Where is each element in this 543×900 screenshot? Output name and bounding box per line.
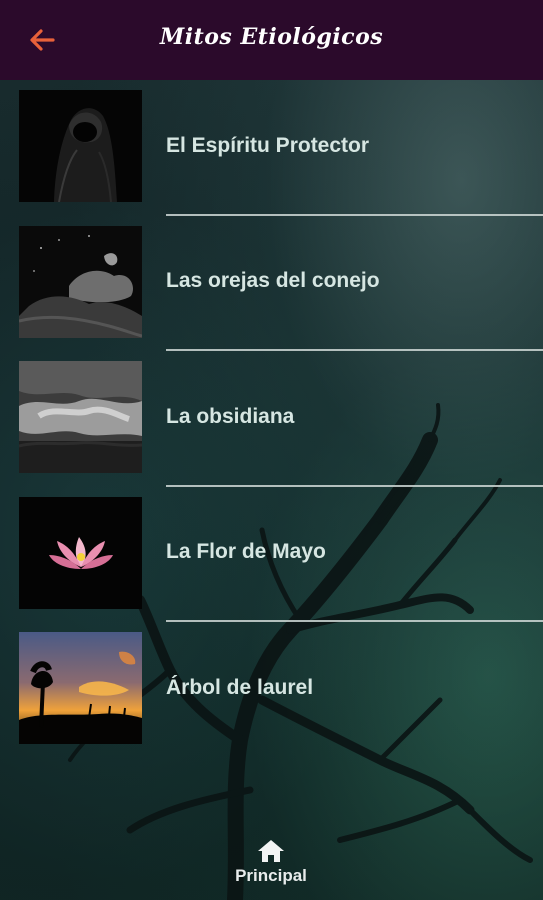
list-item[interactable]: Las orejas del conejo [0, 216, 543, 351]
list-item-label: La obsidiana [166, 404, 295, 428]
list-item[interactable]: La Flor de Mayo [0, 487, 543, 622]
nav-item-label: Principal [235, 866, 307, 885]
sunset-tree-image [19, 632, 142, 744]
bottom-navigation: Principal [0, 830, 543, 900]
list-item[interactable]: Árbol de laurel [0, 622, 543, 758]
list-item[interactable]: El Espíritu Protector [0, 80, 543, 216]
list-item-label: La Flor de Mayo [166, 540, 326, 563]
list-item-label: Las orejas del conejo [166, 269, 380, 292]
moon-clouds-image [19, 225, 142, 338]
hooded-figure-image [19, 90, 142, 202]
list-item[interactable]: La obsidiana [0, 351, 543, 487]
page-title: Mitos Etiológicos [159, 24, 384, 50]
home-icon [258, 840, 284, 862]
nav-item-principal[interactable]: Principal [221, 838, 321, 898]
myths-list: El Espíritu Protector Las orejas del con… [0, 80, 543, 758]
list-item-label: El Espíritu Protector [166, 133, 370, 157]
list-item-label: Árbol de laurel [166, 675, 314, 699]
lotus-flower-image [19, 496, 142, 609]
app-bar: Mitos Etiológicos [0, 0, 543, 80]
storm-clouds-image [19, 361, 142, 473]
